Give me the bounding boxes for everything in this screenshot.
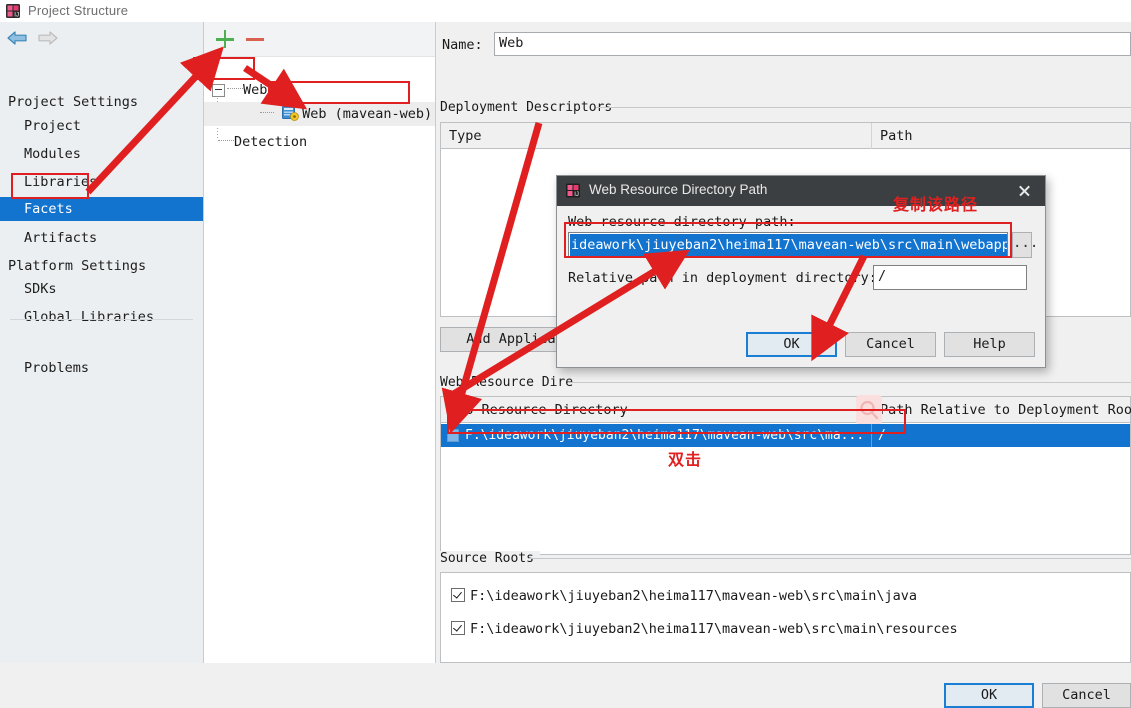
web-resource-directory-path-label: Web resource directory path: [568, 214, 796, 230]
arrow-right-icon[interactable] [35, 28, 61, 50]
dialog-title-bar: IJ Web Resource Directory Path [557, 176, 1045, 206]
window-title-bar: IJ Project Structure [0, 0, 1131, 22]
table-header: Type Path [441, 123, 1130, 149]
sidebar-divider [10, 319, 193, 320]
search-icon [856, 395, 882, 425]
sidebar-group-project-settings: Project Settings [0, 90, 203, 114]
plus-icon[interactable] [212, 26, 238, 52]
name-input[interactable]: Web [494, 32, 1131, 56]
checkbox-icon[interactable] [451, 621, 465, 635]
web-facet-icon [282, 105, 299, 121]
column-header-type[interactable]: Type [441, 123, 871, 149]
ok-button[interactable]: OK [944, 683, 1034, 708]
source-root-path: F:\ideawork\jiuyeban2\heima117\mavean-we… [470, 621, 958, 637]
facets-tree-toolbar [204, 22, 435, 57]
source-roots-list[interactable]: F:\ideawork\jiuyeban2\heima117\mavean-we… [440, 572, 1131, 663]
dialog-help-button[interactable]: Help [944, 332, 1035, 357]
sidebar-item-libraries[interactable]: Libraries [0, 170, 203, 194]
arrow-left-icon[interactable] [6, 28, 32, 50]
facets-tree-panel: Web Web (mavean-web) Detection [204, 22, 436, 663]
svg-text:IJ: IJ [574, 192, 579, 198]
tree-node-detection[interactable]: Detection [212, 130, 307, 154]
close-icon[interactable] [1003, 176, 1045, 206]
settings-sidebar: Project Settings Platform Settings Proje… [0, 22, 204, 663]
path-selected-text: ideawork\jiuyeban2\heima117\mavean-web\s… [570, 234, 1008, 256]
cell-relative-path: / [878, 424, 886, 447]
tree-node-label: Detection [234, 134, 307, 150]
sidebar-item-modules[interactable]: Modules [0, 142, 203, 166]
sidebar-item-sdks[interactable]: SDKs [0, 277, 203, 301]
cell-web-resource-directory: F:\ideawork\jiuyeban2\heima117\mavean-we… [465, 424, 864, 447]
sidebar-nav-toolbar [0, 22, 203, 56]
relative-path-input[interactable]: / [873, 265, 1027, 290]
sidebar-item-project[interactable]: Project [0, 114, 203, 138]
dialog-title: Web Resource Directory Path [589, 182, 767, 197]
intellij-idea-icon: IJ [6, 4, 20, 18]
browse-button[interactable]: ... [1012, 232, 1032, 258]
web-resource-directory-table[interactable]: Web Resource Directory Path Relative to … [440, 396, 1131, 555]
name-label: Name: [442, 37, 483, 53]
web-resource-directory-path-dialog: IJ Web Resource Directory Path Web resou… [556, 175, 1046, 368]
column-header-path-relative[interactable]: Path Relative to Deployment Root [872, 397, 1131, 423]
table-row[interactable]: F:\ideawork\jiuyeban2\heima117\mavean-we… [441, 424, 1130, 447]
checkbox-icon[interactable] [451, 588, 465, 602]
web-resource-directory-path-input[interactable]: ideawork\jiuyeban2\heima117\mavean-web\s… [568, 232, 1008, 258]
cancel-button[interactable]: Cancel [1042, 683, 1131, 708]
sidebar-item-global-libraries[interactable]: Global Libraries [0, 305, 203, 329]
minus-icon[interactable] [242, 26, 268, 52]
dialog-cancel-button[interactable]: Cancel [845, 332, 936, 357]
collapse-expander-icon[interactable] [212, 84, 225, 97]
dialog-ok-button[interactable]: OK [746, 332, 837, 357]
source-root-item[interactable]: F:\ideawork\jiuyeban2\heima117\mavean-we… [451, 621, 958, 637]
sidebar-item-problems[interactable]: Problems [0, 356, 203, 380]
svg-text:IJ: IJ [14, 12, 19, 18]
relative-path-label: Relative path in deployment directory: [568, 270, 877, 286]
source-root-item[interactable]: F:\ideawork\jiuyeban2\heima117\mavean-we… [451, 588, 917, 604]
sidebar-group-platform-settings: Platform Settings [0, 254, 203, 278]
intellij-idea-icon: IJ [566, 183, 580, 198]
table-header: Web Resource Directory Path Relative to … [441, 397, 1130, 423]
tree-node-label: Web [243, 82, 267, 98]
column-header-web-resource-directory[interactable]: Web Resource Directory [441, 397, 871, 423]
source-roots-title: Source Roots [440, 551, 540, 566]
web-resource-directories-title: Web Resource Dire [440, 375, 579, 390]
tree-node-label: Web (mavean-web) [302, 106, 432, 122]
sidebar-item-facets[interactable]: Facets [0, 197, 203, 221]
tree-node-web-mavean-web[interactable]: Web (mavean-web) [204, 102, 435, 126]
folder-icon [447, 429, 459, 442]
sidebar-item-artifacts[interactable]: Artifacts [0, 226, 203, 250]
source-root-path: F:\ideawork\jiuyeban2\heima117\mavean-we… [470, 588, 917, 604]
column-header-path[interactable]: Path [872, 123, 1131, 149]
window-title: Project Structure [28, 3, 128, 18]
tree-node-web[interactable]: Web [212, 78, 267, 102]
deployment-descriptors-title: Deployment Descriptors [440, 100, 618, 115]
